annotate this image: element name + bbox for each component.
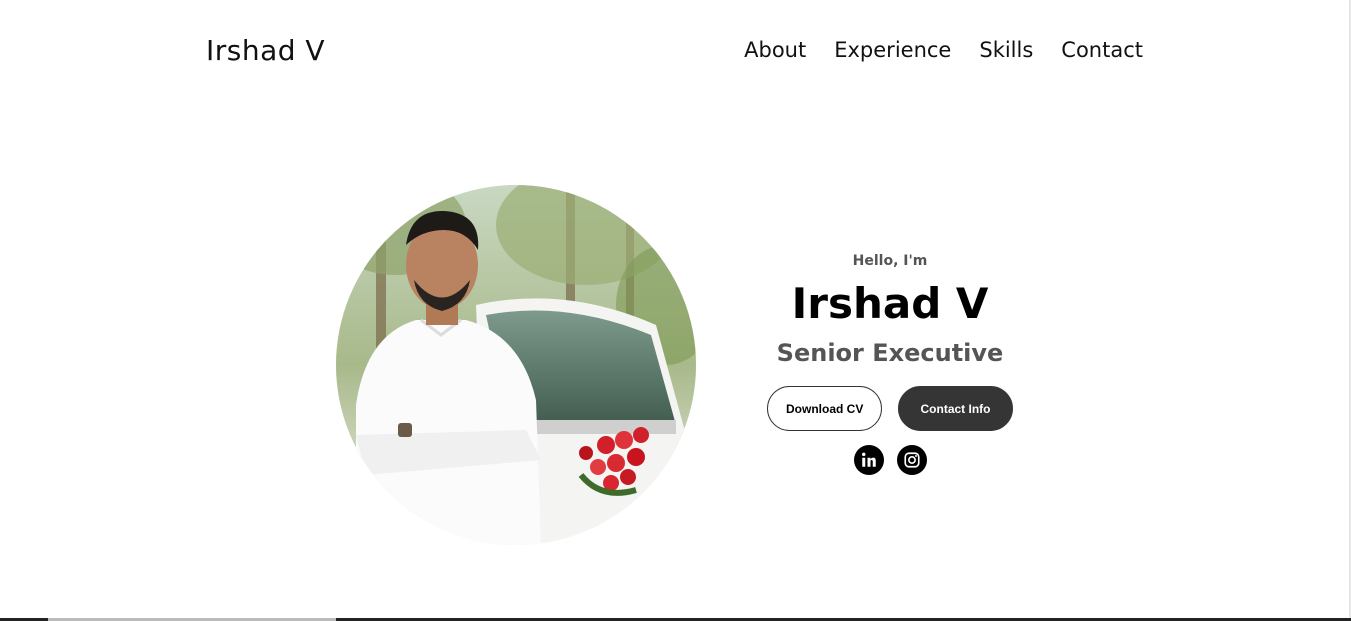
navbar: Irshad V About Experience Skills Contact	[0, 0, 1351, 105]
linkedin-icon[interactable]	[853, 445, 884, 475]
hero-text: Hello, I'm Irshad V Senior Executive Dow…	[740, 250, 1040, 475]
instagram-icon-glyph	[903, 452, 920, 468]
download-cv-button[interactable]: Download CV	[767, 386, 882, 431]
page: Irshad V About Experience Skills Contact	[0, 0, 1351, 621]
nav-item-about: About	[744, 38, 806, 62]
nav-link-experience[interactable]: Experience	[834, 38, 951, 62]
contact-info-button[interactable]: Contact Info	[898, 386, 1013, 431]
nav-item-experience: Experience	[834, 38, 951, 62]
hero-greeting: Hello, I'm	[852, 253, 928, 269]
hero-role: Senior Executive	[776, 339, 1004, 367]
nav-link-skills[interactable]: Skills	[979, 38, 1033, 62]
social-links	[740, 445, 1040, 475]
profile-photo	[336, 185, 696, 545]
nav-links: About Experience Skills Contact	[744, 38, 1143, 62]
hero-name: Irshad V	[791, 279, 989, 328]
nav-item-skills: Skills	[979, 38, 1033, 62]
nav-link-contact[interactable]: Contact	[1061, 38, 1143, 62]
linkedin-icon-glyph	[861, 452, 876, 467]
instagram-icon[interactable]	[896, 445, 927, 475]
nav-link-about[interactable]: About	[744, 38, 806, 62]
hero-buttons: Download CV Contact Info	[740, 386, 1040, 431]
site-logo[interactable]: Irshad V	[206, 34, 325, 67]
profile-photo-illustration	[336, 185, 696, 545]
nav-item-contact: Contact	[1061, 38, 1143, 62]
